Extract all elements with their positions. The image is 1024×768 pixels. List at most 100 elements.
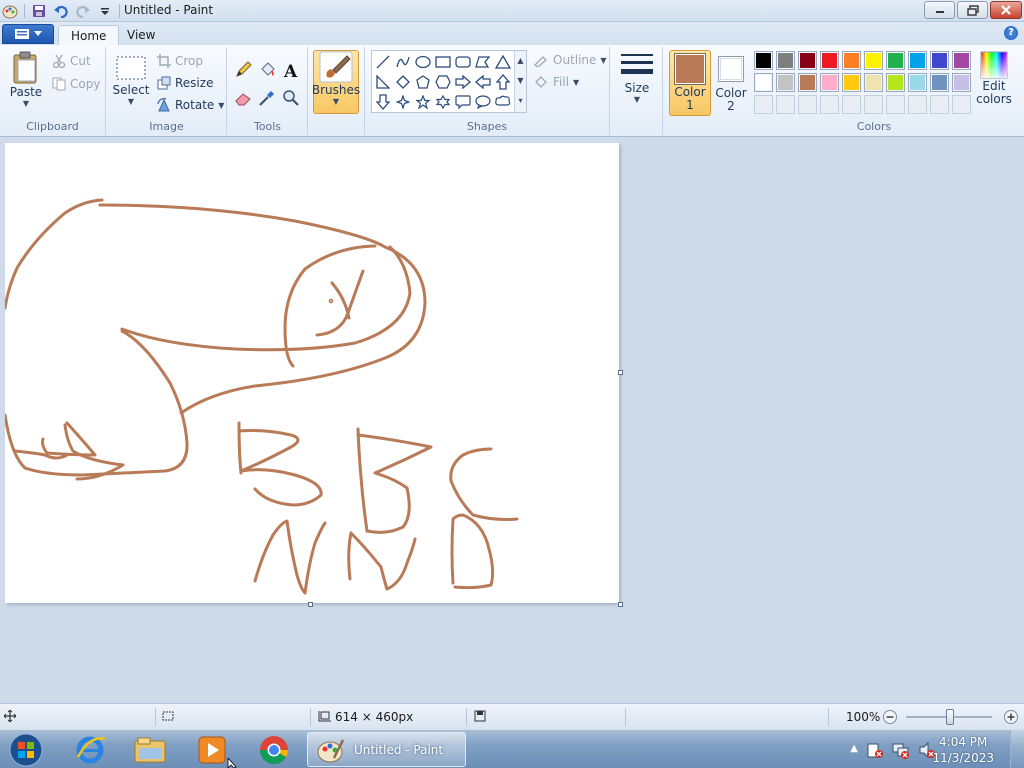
oval-callout-shape-icon[interactable] [473,92,492,111]
color1-button[interactable]: Color 1 [669,50,711,116]
color-swatch[interactable] [908,73,927,92]
minimize-button[interactable] [924,1,955,19]
color-swatch[interactable] [952,73,971,92]
triangle-shape-icon[interactable] [493,52,512,71]
customize-qat-icon[interactable] [97,3,113,19]
six-point-star-shape-icon[interactable] [433,92,452,111]
close-button[interactable] [990,1,1022,19]
cloud-callout-shape-icon[interactable] [493,92,512,111]
color-swatch[interactable] [776,73,795,92]
color-swatch[interactable] [820,73,839,92]
custom-color-slot[interactable] [842,95,861,114]
color-swatch[interactable] [886,51,905,70]
custom-color-slot[interactable] [908,95,927,114]
zoom-slider-thumb[interactable] [946,709,954,725]
custom-color-slot[interactable] [798,95,817,114]
up-arrow-shape-icon[interactable] [493,72,512,91]
curve-shape-icon[interactable] [393,52,412,71]
custom-color-slot[interactable] [864,95,883,114]
color-swatch[interactable] [864,73,883,92]
color-swatch[interactable] [864,51,883,70]
color-swatch[interactable] [798,73,817,92]
undo-icon[interactable] [53,3,69,19]
size-button[interactable]: Size ▼ [617,51,657,104]
file-explorer-icon[interactable] [128,732,172,767]
rectangle-shape-icon[interactable] [433,52,452,71]
show-hidden-icons-icon[interactable]: ▲ [850,743,858,754]
custom-color-slot[interactable] [930,95,949,114]
canvas-work-area[interactable] [0,138,1024,703]
network-icon[interactable] [892,741,910,762]
oval-shape-icon[interactable] [413,52,432,71]
pentagon-shape-icon[interactable] [413,72,432,91]
right-triangle-shape-icon[interactable] [373,72,392,91]
scroll-down-icon[interactable]: ▼ [515,71,526,91]
canvas-drawing[interactable] [3,143,619,603]
expand-gallery-icon[interactable]: ▾ [515,91,526,111]
tab-view[interactable]: View [115,25,167,45]
five-point-star-shape-icon[interactable] [413,92,432,111]
help-icon[interactable]: ? [1004,26,1018,40]
line-shape-icon[interactable] [373,52,392,71]
shapes-scrollbar[interactable]: ▲ ▼ ▾ [514,51,526,112]
restore-button[interactable] [957,1,988,19]
custom-color-slot[interactable] [754,95,773,114]
tab-home[interactable]: Home [58,25,120,45]
drawing-canvas[interactable] [3,143,619,603]
cut-button[interactable]: Cut [52,54,91,68]
color-swatch[interactable] [842,73,861,92]
rounded-callout-shape-icon[interactable] [453,92,472,111]
fill-bucket-icon[interactable] [256,59,278,81]
color-picker-icon[interactable] [256,87,278,109]
color-swatch[interactable] [754,51,773,70]
paint-app-icon[interactable] [2,3,18,19]
zoom-out-button[interactable] [882,709,898,725]
color-swatch[interactable] [886,73,905,92]
custom-color-slot[interactable] [952,95,971,114]
resize-handle-corner[interactable] [618,602,623,607]
four-point-star-shape-icon[interactable] [393,92,412,111]
text-icon[interactable]: A [280,59,302,81]
pencil-icon[interactable] [232,59,254,81]
rounded-rectangle-shape-icon[interactable] [453,52,472,71]
color2-button[interactable]: Color 2 [713,50,749,112]
diamond-shape-icon[interactable] [393,72,412,91]
magnifier-icon[interactable] [280,87,302,109]
copy-button[interactable]: Copy [52,77,100,91]
hexagon-shape-icon[interactable] [433,72,452,91]
color-swatch[interactable] [754,73,773,92]
edit-colors-button[interactable]: Edit colors [976,51,1012,105]
polygon-shape-icon[interactable] [473,52,492,71]
paste-button[interactable]: Paste ▼ [6,51,46,108]
color-swatch[interactable] [930,51,949,70]
taskbar-paint-window[interactable]: Untitled - Paint [307,732,466,767]
system-clock[interactable]: 4:04 PM 11/3/2023 [932,734,994,766]
eraser-icon[interactable] [232,87,254,109]
scroll-up-icon[interactable]: ▲ [515,51,526,71]
paint-menu-button[interactable] [2,24,54,44]
color-swatch[interactable] [820,51,839,70]
color-swatch[interactable] [798,51,817,70]
resize-handle-right[interactable] [618,370,623,375]
show-desktop-button[interactable] [1010,730,1024,768]
down-arrow-shape-icon[interactable] [373,92,392,111]
color-swatch[interactable] [842,51,861,70]
brushes-button[interactable]: Brushes ▼ [312,50,360,114]
select-button[interactable]: Select ▼ [112,55,150,106]
redo-icon[interactable] [75,3,91,19]
fill-button[interactable]: Fill ▼ [533,75,579,89]
custom-color-slot[interactable] [820,95,839,114]
outline-button[interactable]: Outline ▼ [533,53,607,67]
zoom-in-button[interactable] [1003,709,1019,725]
custom-color-slot[interactable] [776,95,795,114]
start-button[interactable] [4,732,48,767]
rotate-button[interactable]: Rotate ▼ [157,98,224,112]
save-icon[interactable] [31,3,47,19]
color-swatch[interactable] [776,51,795,70]
chrome-icon[interactable] [252,732,296,767]
resize-button[interactable]: Resize [157,76,213,90]
custom-color-slot[interactable] [886,95,905,114]
internet-explorer-icon[interactable] [68,732,112,767]
resize-handle-bottom[interactable] [308,602,313,607]
color-swatch[interactable] [952,51,971,70]
